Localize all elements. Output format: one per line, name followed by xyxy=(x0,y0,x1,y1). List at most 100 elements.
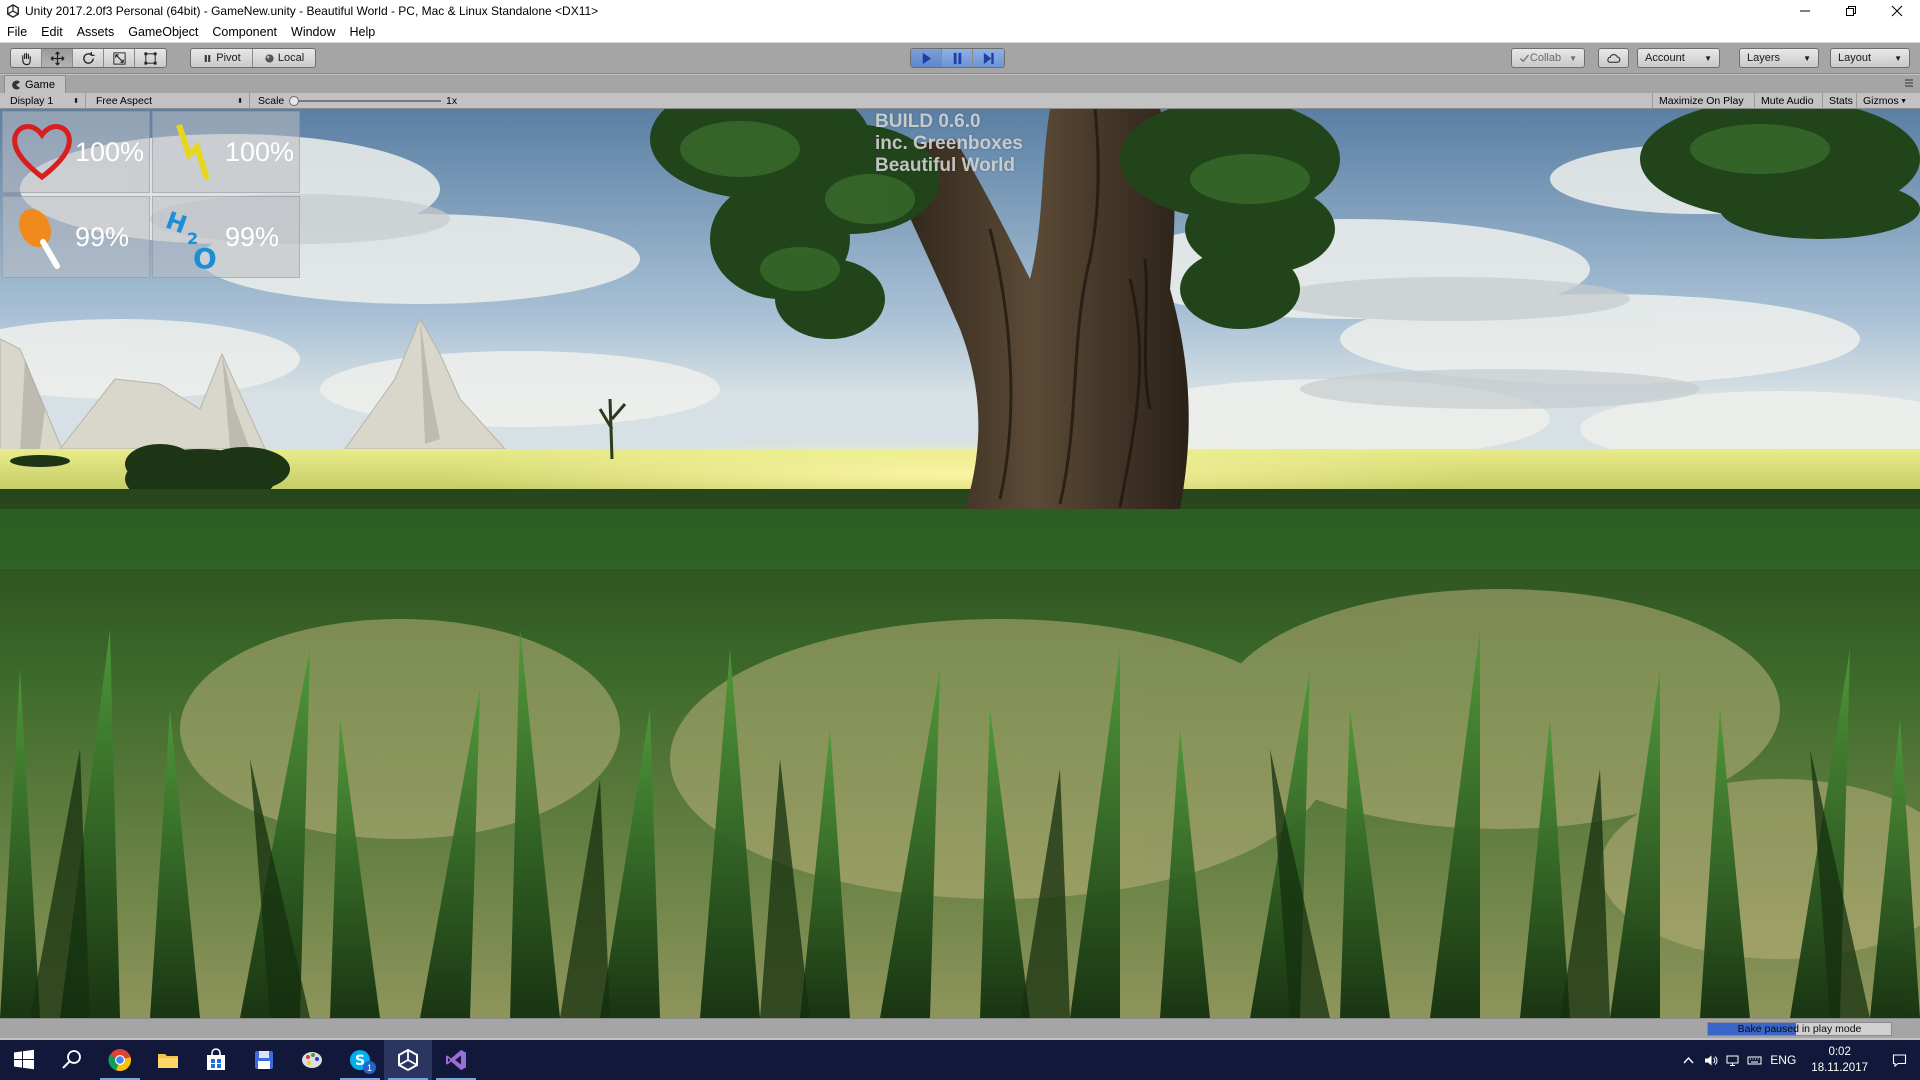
layers-dropdown[interactable]: Layers ▼ xyxy=(1739,48,1819,68)
rotate-icon xyxy=(82,51,95,64)
start-button[interactable] xyxy=(0,1040,48,1080)
hud-food: 99% xyxy=(2,196,150,278)
menu-gameobject[interactable]: GameObject xyxy=(121,22,205,43)
rotate-tool-button[interactable] xyxy=(73,49,104,67)
search-icon xyxy=(62,1050,81,1069)
scale-slider-track[interactable] xyxy=(295,100,441,102)
game-viewport[interactable]: BUILD 0.6.0 inc. Greenboxes Beautiful Wo… xyxy=(0,109,1920,1018)
restore-button[interactable] xyxy=(1828,0,1874,22)
play-icon xyxy=(922,52,931,64)
aspect-dropdown[interactable]: Free Aspect ⬍ xyxy=(90,93,250,109)
chrome-icon xyxy=(108,1049,131,1072)
taskbar-floppy-app[interactable] xyxy=(240,1040,288,1080)
gizmos-dropdown[interactable]: Gizmos ▼ xyxy=(1857,93,1913,109)
collab-dropdown[interactable]: Collab ▼ xyxy=(1511,48,1585,68)
scale-icon xyxy=(112,51,126,65)
pacman-game-icon xyxy=(12,80,20,89)
network-button[interactable] xyxy=(1721,1040,1743,1080)
tray-overflow-button[interactable] xyxy=(1677,1040,1699,1080)
step-button[interactable] xyxy=(973,49,1004,67)
clock[interactable]: 0:02 18.11.2017 xyxy=(1801,1044,1878,1076)
chevron-down-icon: ▼ xyxy=(1894,53,1902,63)
hand-icon xyxy=(21,52,31,65)
hud-water: H 2 O 99% xyxy=(152,196,300,278)
mute-label: Mute Audio xyxy=(1761,95,1814,107)
tab-game[interactable]: Game xyxy=(4,75,66,93)
play-button[interactable] xyxy=(911,49,942,67)
taskbar-skype[interactable]: S 1 xyxy=(336,1040,384,1080)
minimize-icon xyxy=(1800,10,1810,12)
rect-transform-icon xyxy=(144,51,157,65)
water-value: 99% xyxy=(225,221,280,252)
taskbar-chrome[interactable] xyxy=(96,1040,144,1080)
maximize-on-play-toggle[interactable]: Maximize On Play xyxy=(1652,93,1755,109)
svg-text:O: O xyxy=(193,242,217,272)
windows-taskbar: S 1 ENG 0:02 18.11.2017 xyxy=(0,1040,1920,1080)
windows-logo-icon xyxy=(14,1049,34,1070)
pivot-local-group: Pivot Local xyxy=(190,48,316,68)
health-value: 100% xyxy=(75,136,145,167)
menu-bar: File Edit Assets GameObject Component Wi… xyxy=(0,22,1920,43)
cloud-button[interactable] xyxy=(1598,48,1629,68)
bake-status-label: Bake paused in play mode xyxy=(1737,1023,1862,1035)
keyboard-button[interactable] xyxy=(1743,1040,1765,1080)
local-globe-icon xyxy=(265,53,274,63)
hand-tool-button[interactable] xyxy=(11,49,42,67)
stats-toggle[interactable]: Stats xyxy=(1823,93,1857,109)
local-toggle-button[interactable]: Local xyxy=(253,49,315,67)
menu-assets[interactable]: Assets xyxy=(70,22,122,43)
aspect-label: Free Aspect xyxy=(96,95,153,107)
build-subtitle: inc. Greenboxes xyxy=(875,133,1023,154)
move-icon xyxy=(50,51,64,65)
scale-tool-button[interactable] xyxy=(104,49,135,67)
minimize-button[interactable] xyxy=(1782,0,1828,22)
taskbar-visual-studio[interactable] xyxy=(432,1040,480,1080)
menu-file[interactable]: File xyxy=(0,22,34,43)
account-label: Account xyxy=(1645,52,1685,64)
account-dropdown[interactable]: Account ▼ xyxy=(1637,48,1720,68)
playback-controls xyxy=(910,48,1005,68)
maximize-label: Maximize On Play xyxy=(1659,95,1744,107)
tab-menu-icon[interactable] xyxy=(1904,79,1914,87)
cloud-icon xyxy=(1607,53,1621,63)
search-button[interactable] xyxy=(48,1040,96,1080)
pivot-toggle-button[interactable]: Pivot xyxy=(191,49,253,67)
hud-energy: 100% xyxy=(152,111,300,193)
menu-help[interactable]: Help xyxy=(342,22,382,43)
taskbar-unity[interactable] xyxy=(384,1040,432,1080)
build-info-overlay: BUILD 0.6.0 inc. Greenboxes Beautiful Wo… xyxy=(875,111,1023,177)
taskbar-file-explorer[interactable] xyxy=(144,1040,192,1080)
restore-icon xyxy=(1846,6,1856,16)
pause-button[interactable] xyxy=(942,49,973,67)
scale-slider-thumb[interactable] xyxy=(289,96,299,106)
mute-audio-toggle[interactable]: Mute Audio xyxy=(1755,93,1823,109)
rect-tool-button[interactable] xyxy=(135,49,166,67)
close-button[interactable] xyxy=(1874,0,1920,22)
bake-progress-bar: Bake paused in play mode xyxy=(1707,1022,1892,1036)
chevron-up-icon xyxy=(1683,1056,1694,1063)
display-dropdown[interactable]: Display 1 ⬍ xyxy=(4,93,86,109)
game-control-bar: Display 1 ⬍ Free Aspect ⬍ Scale 1x Maxim… xyxy=(0,93,1920,109)
move-tool-button[interactable] xyxy=(42,49,73,67)
language-indicator[interactable]: ENG xyxy=(1765,1040,1801,1080)
menu-component[interactable]: Component xyxy=(205,22,284,43)
menu-edit[interactable]: Edit xyxy=(34,22,70,43)
chevron-down-icon: ▼ xyxy=(1900,97,1907,105)
local-label: Local xyxy=(277,52,305,64)
pause-icon xyxy=(953,52,961,64)
action-center-button[interactable] xyxy=(1878,1040,1920,1080)
transform-tools xyxy=(10,48,167,68)
taskbar-store[interactable] xyxy=(192,1040,240,1080)
menu-window[interactable]: Window xyxy=(284,22,342,43)
taskbar-paint-app[interactable] xyxy=(288,1040,336,1080)
layout-dropdown[interactable]: Layout ▼ xyxy=(1830,48,1910,68)
scale-value: 1x xyxy=(446,95,458,107)
scale-label: Scale xyxy=(258,95,285,107)
updown-icon: ⬍ xyxy=(73,98,79,105)
h2o-icon: H 2 O xyxy=(162,206,217,272)
step-icon xyxy=(983,52,994,64)
volume-button[interactable] xyxy=(1699,1040,1721,1080)
energy-value: 100% xyxy=(225,136,295,167)
visual-studio-icon xyxy=(446,1050,466,1070)
unity-icon xyxy=(398,1048,418,1072)
